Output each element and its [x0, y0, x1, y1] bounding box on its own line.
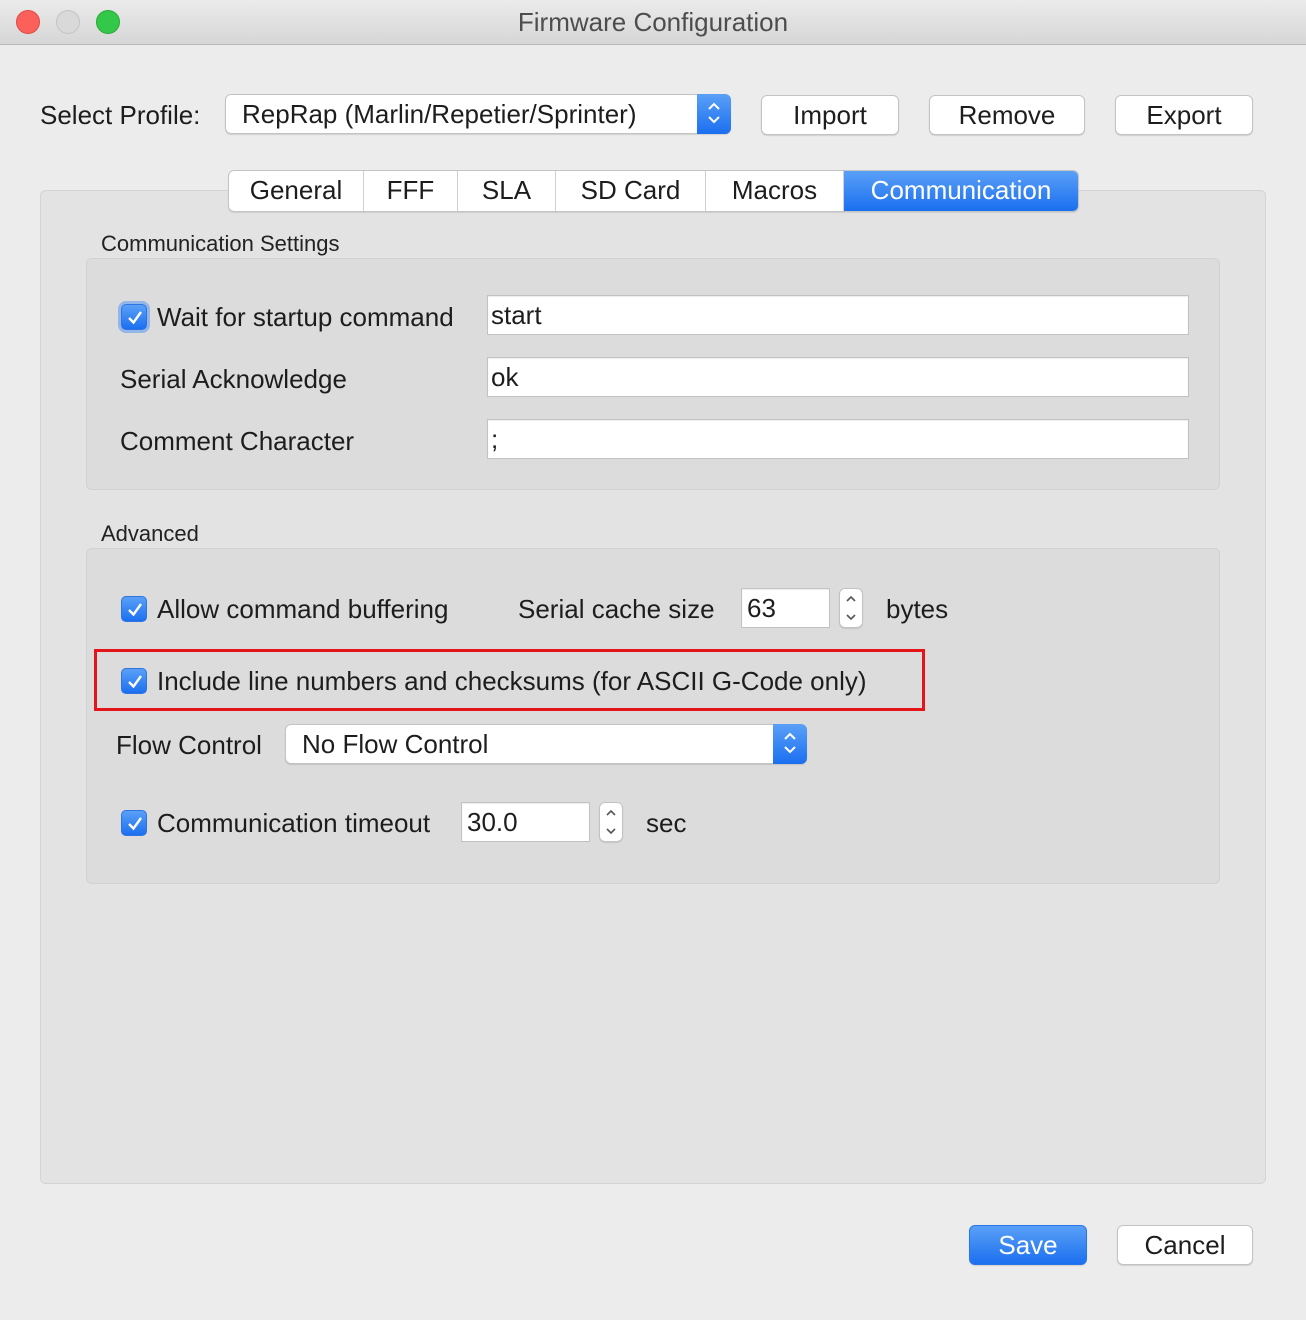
highlight-box — [94, 649, 925, 711]
tab-sd-card[interactable]: SD Card — [556, 171, 706, 211]
serial-cache-field[interactable]: 63 — [741, 588, 830, 628]
serial-cache-label: Serial cache size — [518, 594, 715, 624]
flow-control-label: Flow Control — [116, 730, 262, 760]
timeout-checkbox[interactable] — [121, 810, 147, 836]
tab-fff[interactable]: FFF — [364, 171, 458, 211]
wait-startup-label: Wait for startup command — [157, 302, 454, 332]
save-button[interactable]: Save — [969, 1225, 1087, 1265]
tab-general[interactable]: General — [229, 171, 364, 211]
serial-ack-field[interactable]: ok — [487, 357, 1189, 397]
stepper-down-button[interactable] — [600, 822, 622, 841]
allow-buffering-checkbox[interactable] — [121, 596, 147, 622]
updown-arrows-icon — [697, 94, 731, 134]
flow-control-value: No Flow Control — [302, 729, 489, 759]
tab-macros[interactable]: Macros — [706, 171, 844, 211]
chevron-up-icon — [846, 595, 856, 602]
remove-button[interactable]: Remove — [929, 95, 1085, 135]
updown-arrows-icon — [773, 724, 807, 764]
stepper-up-button[interactable] — [840, 589, 862, 608]
serial-ack-label: Serial Acknowledge — [120, 364, 347, 394]
advanced-heading: Advanced — [101, 521, 199, 546]
wait-startup-checkbox[interactable] — [121, 304, 147, 330]
comment-char-field[interactable]: ; — [487, 419, 1189, 459]
checkmark-icon — [128, 817, 142, 831]
tab-bar: General FFF SLA SD Card Macros Communica… — [228, 170, 1079, 212]
export-button[interactable]: Export — [1115, 95, 1253, 135]
flow-control-select[interactable]: No Flow Control — [285, 724, 807, 764]
timeout-field[interactable]: 30.0 — [461, 802, 590, 842]
comment-char-label: Comment Character — [120, 426, 355, 456]
checkmark-icon — [128, 311, 142, 325]
allow-buffering-label: Allow command buffering — [157, 594, 449, 624]
chevron-down-icon — [606, 828, 616, 835]
chevron-up-icon — [606, 809, 616, 816]
timeout-label: Communication timeout — [157, 808, 431, 838]
startup-command-field[interactable]: start — [487, 295, 1189, 335]
checkmark-icon — [128, 603, 142, 617]
tab-sla[interactable]: SLA — [458, 171, 556, 211]
chevron-down-icon — [846, 614, 856, 621]
tab-communication[interactable]: Communication — [844, 171, 1078, 211]
timeout-stepper[interactable] — [599, 802, 623, 842]
profile-select[interactable]: RepRap (Marlin/Repetier/Sprinter) — [225, 94, 731, 134]
profile-select-value: RepRap (Marlin/Repetier/Sprinter) — [242, 99, 637, 129]
select-profile-label: Select Profile: — [40, 100, 201, 130]
import-button[interactable]: Import — [761, 95, 899, 135]
cache-unit-label: bytes — [886, 594, 949, 624]
window-title: Firmware Configuration — [517, 7, 789, 37]
cancel-button[interactable]: Cancel — [1117, 1225, 1253, 1265]
stepper-down-button[interactable] — [840, 608, 862, 627]
stepper-up-button[interactable] — [600, 803, 622, 822]
timeout-unit-label: sec — [646, 808, 687, 838]
serial-cache-stepper[interactable] — [839, 588, 863, 628]
communication-settings-heading: Communication Settings — [101, 231, 340, 256]
